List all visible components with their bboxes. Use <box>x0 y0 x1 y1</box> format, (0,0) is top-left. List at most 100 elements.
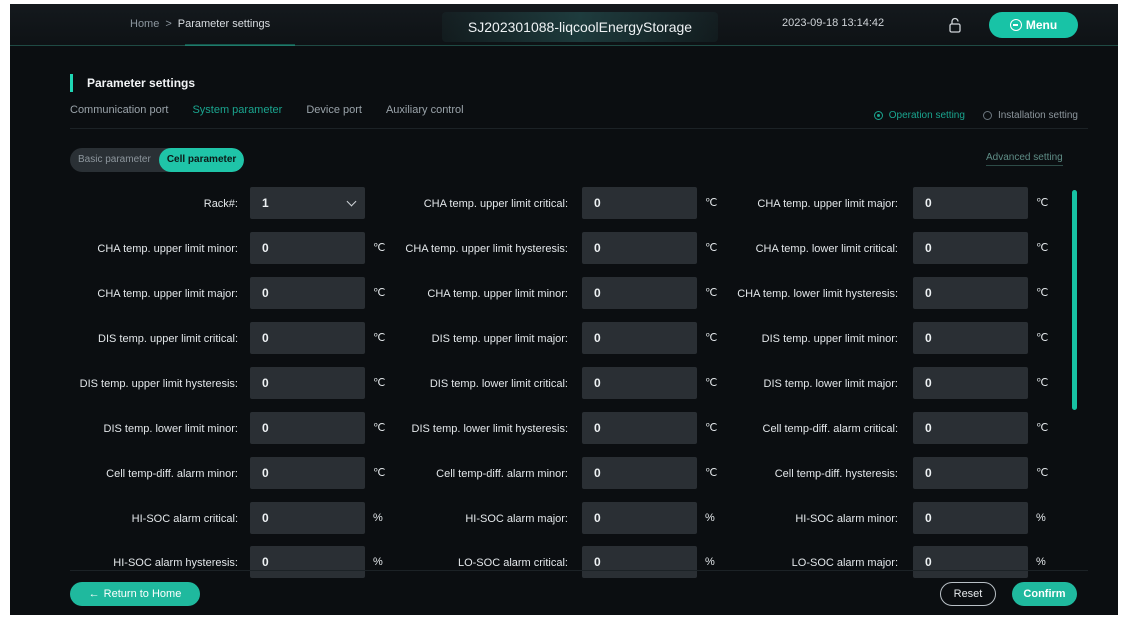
parameter-label: DIS temp. upper limit critical: <box>98 333 238 345</box>
parameter-row: CHA temp. upper limit major: 0 ℃ CHA temp. … <box>68 277 1068 311</box>
breadcrumb-current: Parameter settings <box>177 18 271 30</box>
parameter-label: CHA temp. lower limit critical: <box>755 243 898 255</box>
parameter-label: DIS temp. upper limit minor: <box>761 333 898 345</box>
parameter-input[interactable]: 0 <box>913 367 1028 399</box>
radio-dot-icon <box>982 111 992 120</box>
return-home-button[interactable]: ← Return to Home <box>70 582 200 606</box>
unit-label: ℃ <box>1036 332 1049 344</box>
parameter-value: 0 <box>925 286 932 300</box>
subtab-cell-parameter[interactable]: Cell parameter <box>158 148 245 172</box>
parameter-label: DIS temp. lower limit critical: <box>429 378 568 390</box>
radio-installation-setting[interactable]: Installation setting <box>982 110 1078 121</box>
parameter-row: DIS temp. upper limit hysteresis: 0 ℃ DIS t… <box>68 367 1068 401</box>
parameter-input[interactable]: 0 <box>250 232 365 264</box>
breadcrumb-underline <box>185 44 295 46</box>
radio-dot-icon <box>873 111 883 120</box>
parameter-input[interactable]: 0 <box>913 322 1028 354</box>
breadcrumb-separator: > <box>165 18 172 30</box>
unit-label: ℃ <box>373 422 386 434</box>
subtab-basic-parameter[interactable]: Basic parameter <box>70 148 159 172</box>
breadcrumb: Home > Parameter settings <box>130 18 270 30</box>
unit-label: ℃ <box>1036 377 1049 389</box>
parameter-input[interactable]: 0 <box>582 412 697 444</box>
unit-label: ℃ <box>1036 287 1049 299</box>
parameter-label: LO-SOC alarm major: <box>791 557 898 569</box>
unit-label: % <box>705 556 715 568</box>
confirm-button[interactable]: Confirm <box>1012 582 1077 606</box>
parameter-value: 0 <box>594 421 601 435</box>
parameter-input[interactable]: 0 <box>913 546 1028 578</box>
parameter-input[interactable]: 0 <box>913 187 1028 219</box>
parameter-value: 0 <box>594 196 601 210</box>
tab-device-port[interactable]: Device port <box>306 104 362 116</box>
arrow-left-icon: ← <box>88 588 100 600</box>
parameter-input[interactable]: 0 <box>250 457 365 489</box>
parameter-input[interactable]: 0 <box>582 232 697 264</box>
parameter-value: 0 <box>262 241 269 255</box>
parameter-input[interactable]: 0 <box>582 457 697 489</box>
parameter-row: CHA temp. upper limit minor: 0 ℃ CHA temp. … <box>68 232 1068 266</box>
footer-divider <box>70 570 1088 571</box>
menu-label: Menu <box>1025 18 1058 32</box>
parameter-label: CHA temp. upper limit major: <box>97 288 238 300</box>
parameter-input[interactable]: 0 <box>250 322 365 354</box>
parameter-input[interactable]: 0 <box>582 546 697 578</box>
breadcrumb-home[interactable]: Home <box>130 18 159 30</box>
parameter-value: 0 <box>262 376 269 390</box>
unit-label: ℃ <box>705 242 718 254</box>
parameter-label: Cell temp-diff. alarm minor: <box>436 468 568 480</box>
parameter-input[interactable]: 0 <box>250 546 365 578</box>
parameter-value: 0 <box>262 511 269 525</box>
parameter-input[interactable]: 0 <box>913 232 1028 264</box>
chevron-down-icon <box>346 196 357 207</box>
parameter-value: 0 <box>925 241 932 255</box>
radio-installation-label: Installation setting <box>997 110 1078 121</box>
parameter-row: Rack#: 1 CHA temp. upper limit critical: 0 ℃… <box>68 187 1068 221</box>
parameter-row: DIS temp. lower limit minor: 0 ℃ DIS temp. … <box>68 412 1068 446</box>
unit-label: ℃ <box>705 377 718 389</box>
parameter-input[interactable]: 0 <box>250 502 365 534</box>
parameter-label: DIS temp. upper limit major: <box>431 333 568 345</box>
parameter-input[interactable]: 0 <box>250 367 365 399</box>
parameter-label: CHA temp. lower limit hysteresis: <box>737 288 898 300</box>
parameter-row: DIS temp. upper limit critical: 0 ℃ DIS tem… <box>68 322 1068 356</box>
scrollbar-thumb[interactable] <box>1072 190 1077 410</box>
parameter-input[interactable]: 0 <box>250 277 365 309</box>
unit-label: ℃ <box>705 197 718 209</box>
parameter-label: HI-SOC alarm critical: <box>131 513 238 525</box>
unit-label: ℃ <box>1036 422 1049 434</box>
parameter-row: Cell temp-diff. alarm minor: 0 ℃ Cell temp-… <box>68 457 1068 491</box>
reset-button[interactable]: Reset <box>940 582 996 606</box>
parameter-label: Cell temp-diff. hysteresis: <box>774 468 898 480</box>
parameter-value: 0 <box>262 331 269 345</box>
unit-label: % <box>373 556 383 568</box>
tab-communication-port[interactable]: Communication port <box>70 104 168 116</box>
parameter-value: 0 <box>594 511 601 525</box>
menu-button[interactable]: Menu <box>989 12 1078 38</box>
parameter-input[interactable]: 0 <box>582 367 697 399</box>
parameter-input[interactable]: 0 <box>582 277 697 309</box>
parameter-label: DIS temp. lower limit major: <box>763 378 898 390</box>
parameter-input[interactable]: 0 <box>913 457 1028 489</box>
advanced-setting-link[interactable]: Advanced setting <box>986 152 1063 166</box>
parameter-value: 0 <box>594 376 601 390</box>
parameter-input[interactable]: 0 <box>913 412 1028 444</box>
parameter-input[interactable]: 0 <box>913 277 1028 309</box>
parameter-label: CHA temp. upper limit major: <box>757 198 898 210</box>
parameter-input[interactable]: 0 <box>582 187 697 219</box>
radio-operation-setting[interactable]: Operation setting <box>873 110 965 121</box>
app-window: Home > Parameter settings SJ202301088-liqc… <box>10 4 1118 615</box>
unlock-icon[interactable] <box>948 17 962 33</box>
parameter-value: 0 <box>925 555 932 569</box>
return-home-label: Return to Home <box>103 588 182 600</box>
tab-system-parameter[interactable]: System parameter <box>192 104 282 116</box>
parameter-row: HI-SOC alarm hysteresis: 0% LO-SOC alarm c… <box>68 546 1068 580</box>
tab-auxiliary-control[interactable]: Auxiliary control <box>386 104 464 116</box>
parameter-input[interactable]: 0 <box>250 412 365 444</box>
parameter-label: CHA temp. upper limit minor: <box>427 288 568 300</box>
parameter-input[interactable]: 0 <box>582 322 697 354</box>
parameter-input[interactable]: 0 <box>582 502 697 534</box>
parameter-input[interactable]: 0 <box>913 502 1028 534</box>
parameter-value: 1 <box>262 196 269 210</box>
rack-select[interactable]: 1 <box>250 187 365 219</box>
